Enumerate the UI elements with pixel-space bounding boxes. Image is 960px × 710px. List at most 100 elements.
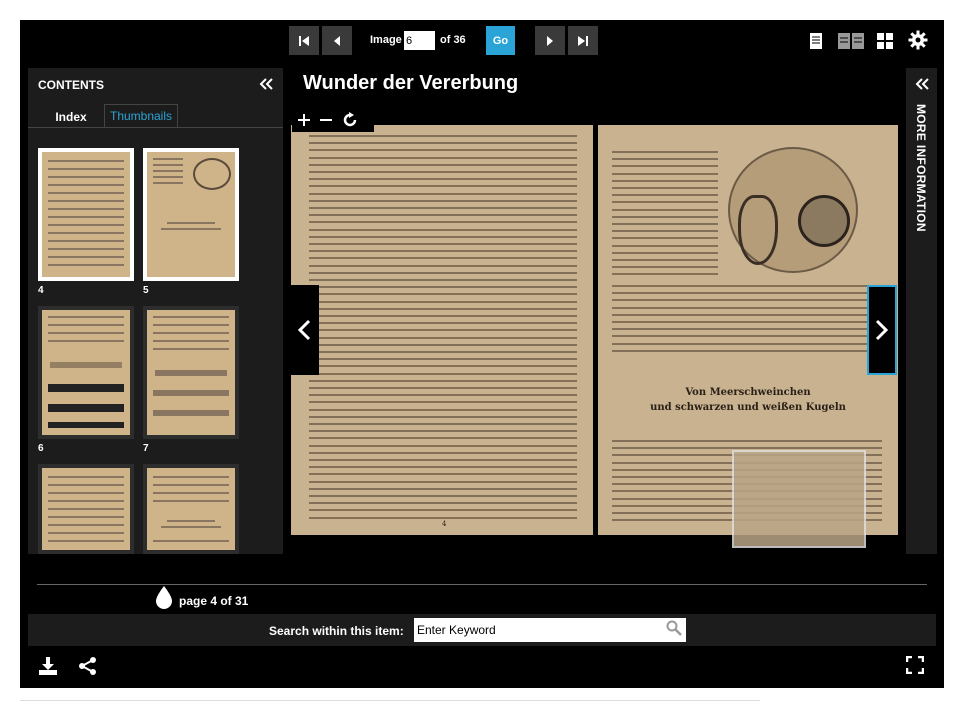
text-line xyxy=(309,171,577,173)
image-number-input[interactable] xyxy=(404,31,435,50)
text-line xyxy=(612,252,718,254)
thumbnail-number: 5 xyxy=(143,285,149,296)
text-line xyxy=(309,229,577,231)
search-input[interactable] xyxy=(414,618,686,642)
navigator-minimap[interactable] xyxy=(732,450,866,548)
chevron-left-icon xyxy=(297,319,311,341)
text-line xyxy=(612,292,882,294)
prev-page-arrow[interactable] xyxy=(289,285,319,375)
share-icon[interactable] xyxy=(78,656,98,676)
book-viewer: Image of 36 Go CONTENTS Index Thumbnails… xyxy=(20,20,944,688)
tab-index[interactable]: Index xyxy=(38,105,104,129)
single-page-view-icon[interactable] xyxy=(809,32,823,50)
slider-handle-icon[interactable] xyxy=(155,585,173,609)
text-line xyxy=(309,409,577,411)
settings-icon[interactable] xyxy=(908,30,928,50)
text-line xyxy=(612,237,718,239)
search-icon[interactable] xyxy=(666,620,682,636)
expand-panel-icon[interactable] xyxy=(914,77,930,91)
chevron-right-icon xyxy=(875,319,889,341)
zoom-in-icon[interactable] xyxy=(298,114,310,126)
tab-divider xyxy=(28,127,283,128)
text-line xyxy=(309,308,577,310)
text-line xyxy=(612,180,718,182)
illustration-ovule xyxy=(798,195,850,247)
text-line xyxy=(309,517,577,519)
text-line xyxy=(612,285,882,287)
text-line xyxy=(309,466,577,468)
prev-page-button[interactable] xyxy=(322,26,352,55)
gallery-view-icon[interactable] xyxy=(876,32,894,50)
text-line xyxy=(612,350,882,352)
text-line xyxy=(309,301,577,303)
text-line xyxy=(309,214,577,216)
text-line xyxy=(612,209,718,211)
text-line xyxy=(612,194,718,196)
tab-thumbnails[interactable]: Thumbnails xyxy=(104,104,178,128)
text-line xyxy=(309,257,577,259)
text-line xyxy=(309,481,577,483)
text-line xyxy=(309,380,577,382)
rotate-icon[interactable] xyxy=(342,112,358,128)
thumbnail-number: 4 xyxy=(38,285,44,296)
thumbnail-page[interactable] xyxy=(38,148,134,281)
next-page-button[interactable] xyxy=(535,26,565,55)
search-label: Search within this item: xyxy=(269,624,404,638)
text-line xyxy=(309,423,577,425)
text-line xyxy=(309,286,577,288)
text-line xyxy=(612,230,718,232)
text-line xyxy=(309,135,577,137)
text-line xyxy=(309,401,577,403)
text-line xyxy=(612,223,718,225)
text-line xyxy=(612,307,882,309)
page-indicator: page 4 of 31 xyxy=(179,594,249,608)
text-line xyxy=(612,201,718,203)
text-line xyxy=(309,142,577,144)
last-page-button[interactable] xyxy=(568,26,598,55)
illustration-flower xyxy=(738,195,778,265)
thumbnail-page[interactable] xyxy=(38,464,134,554)
text-line xyxy=(309,351,577,353)
text-line xyxy=(309,164,577,166)
search-bar: Search within this item: xyxy=(28,614,936,646)
text-line xyxy=(309,437,577,439)
text-line xyxy=(309,236,577,238)
next-page-arrow[interactable] xyxy=(867,285,897,375)
collapse-panel-icon[interactable] xyxy=(258,77,274,91)
text-line xyxy=(612,158,718,160)
text-line xyxy=(612,440,882,442)
first-page-button[interactable] xyxy=(289,26,319,55)
text-line xyxy=(309,221,577,223)
go-button[interactable]: Go xyxy=(486,26,515,55)
text-line xyxy=(612,216,718,218)
text-line xyxy=(309,243,577,245)
text-line xyxy=(309,358,577,360)
thumbnail-page[interactable] xyxy=(143,148,239,281)
text-line xyxy=(309,430,577,432)
image-label: Image xyxy=(370,34,402,46)
thumbnail-page[interactable] xyxy=(38,306,134,439)
text-line xyxy=(309,445,577,447)
thumbnail-page[interactable] xyxy=(143,306,239,439)
text-line xyxy=(309,373,577,375)
text-line xyxy=(309,337,577,339)
text-line xyxy=(309,509,577,511)
book-page-left xyxy=(291,125,593,535)
fullscreen-icon[interactable] xyxy=(906,656,924,674)
thumbnail-page[interactable] xyxy=(143,464,239,554)
text-line xyxy=(612,245,718,247)
text-line xyxy=(309,207,577,209)
text-line xyxy=(612,321,882,323)
two-page-view-icon[interactable] xyxy=(837,32,865,50)
page-footer-divider xyxy=(20,700,760,710)
download-icon[interactable] xyxy=(38,656,58,676)
more-information-panel[interactable]: MORE INFORMATION xyxy=(906,68,937,554)
text-line xyxy=(309,193,577,195)
text-line xyxy=(309,416,577,418)
text-line xyxy=(309,200,577,202)
contents-title: CONTENTS xyxy=(38,78,104,92)
text-line xyxy=(612,173,718,175)
zoom-out-icon[interactable] xyxy=(320,114,332,126)
text-line xyxy=(612,187,718,189)
text-line xyxy=(309,365,577,367)
